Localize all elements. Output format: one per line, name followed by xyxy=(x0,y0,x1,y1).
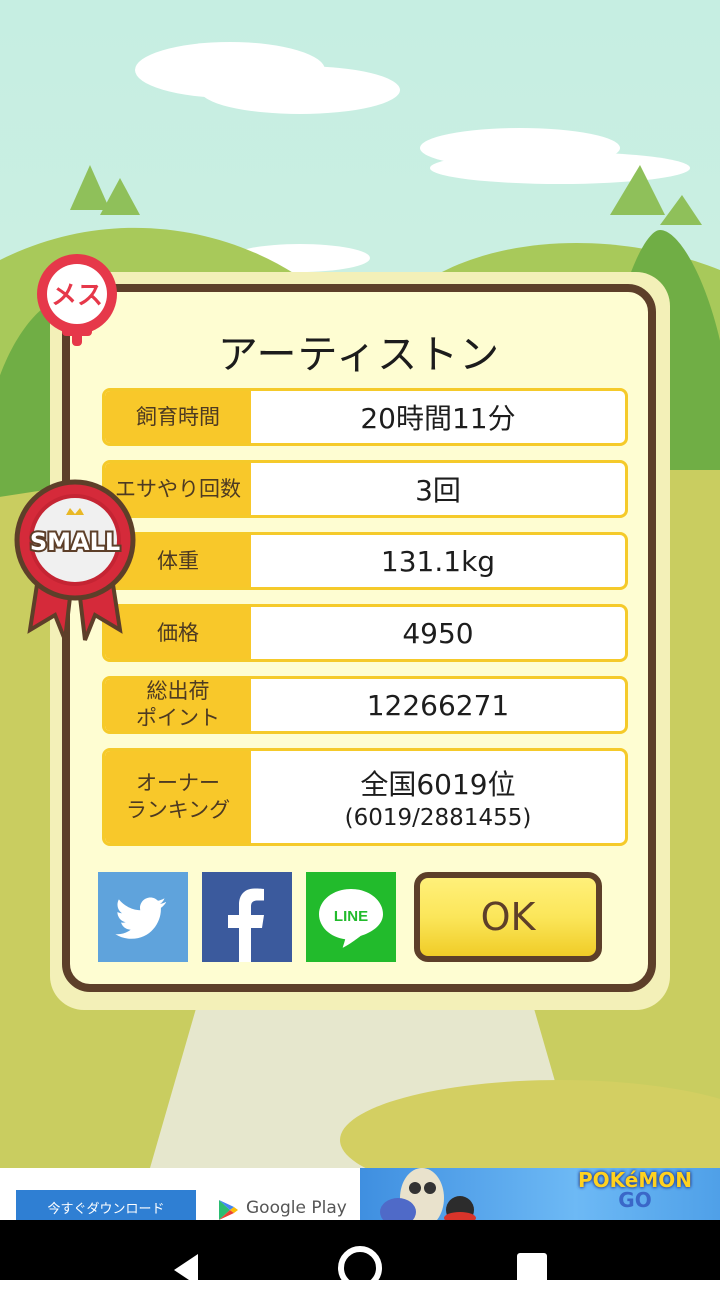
row-value: 131.1kg xyxy=(380,544,496,578)
info-row-breeding-time: 飼育時間 20時間11分 xyxy=(102,388,628,446)
row-label: 飼育時間 xyxy=(105,391,251,443)
pokemon-name-title: アーティストン xyxy=(217,332,501,378)
info-row-feed-count: エサやり回数 3回 xyxy=(102,460,628,518)
facebook-f-icon xyxy=(228,888,264,962)
info-row-shipping-points: 総出荷 ポイント 12266271 xyxy=(102,676,628,734)
info-row-owner-ranking: オーナー ランキング 全国6019位 (6019/2881455) xyxy=(102,748,628,846)
ad-download-button[interactable]: 今すぐダウンロード xyxy=(16,1190,196,1220)
row-value: 4950 xyxy=(402,616,474,650)
twitter-share-button[interactable] xyxy=(98,872,188,962)
result-dialog: アーティストン 飼育時間 20時間11分 エサやり回数 3回 体重 131.1k… xyxy=(62,284,656,992)
info-row-weight: 体重 131.1kg xyxy=(102,532,628,590)
gender-label: メス xyxy=(51,281,103,311)
size-label: SMALL xyxy=(30,528,120,556)
row-value: 12266271 xyxy=(366,688,510,722)
row-value: 全国6019位 (6019/2881455) xyxy=(344,768,532,831)
row-label: オーナー ランキング xyxy=(105,751,251,843)
ad-game-logo: POKéMON GO xyxy=(578,1168,693,1212)
row-value: 3回 xyxy=(415,474,461,507)
twitter-bird-icon xyxy=(115,897,166,939)
google-play-icon xyxy=(219,1200,238,1220)
home-icon[interactable] xyxy=(336,1244,384,1292)
recents-icon[interactable] xyxy=(516,1252,548,1284)
info-row-price: 価格 4950 xyxy=(102,604,628,662)
facebook-share-button[interactable] xyxy=(202,872,292,962)
google-play-label: Google Play xyxy=(246,1198,347,1218)
size-ribbon-badge: SMALL xyxy=(14,479,136,641)
line-logo-text: LINE xyxy=(334,908,368,925)
row-value: 20時間11分 xyxy=(360,402,516,435)
navigation-bar xyxy=(0,1220,720,1290)
line-bubble-icon: LINE xyxy=(319,889,383,948)
ok-button[interactable]: OK xyxy=(414,872,602,962)
back-icon[interactable] xyxy=(168,1252,204,1288)
line-share-button[interactable]: LINE xyxy=(306,872,396,962)
female-symbol-icon: メス xyxy=(37,254,117,346)
ad-banner[interactable]: 今すぐダウンロード Google Play POKéMON GO xyxy=(0,1168,720,1220)
row-label: 総出荷 ポイント xyxy=(105,679,251,731)
